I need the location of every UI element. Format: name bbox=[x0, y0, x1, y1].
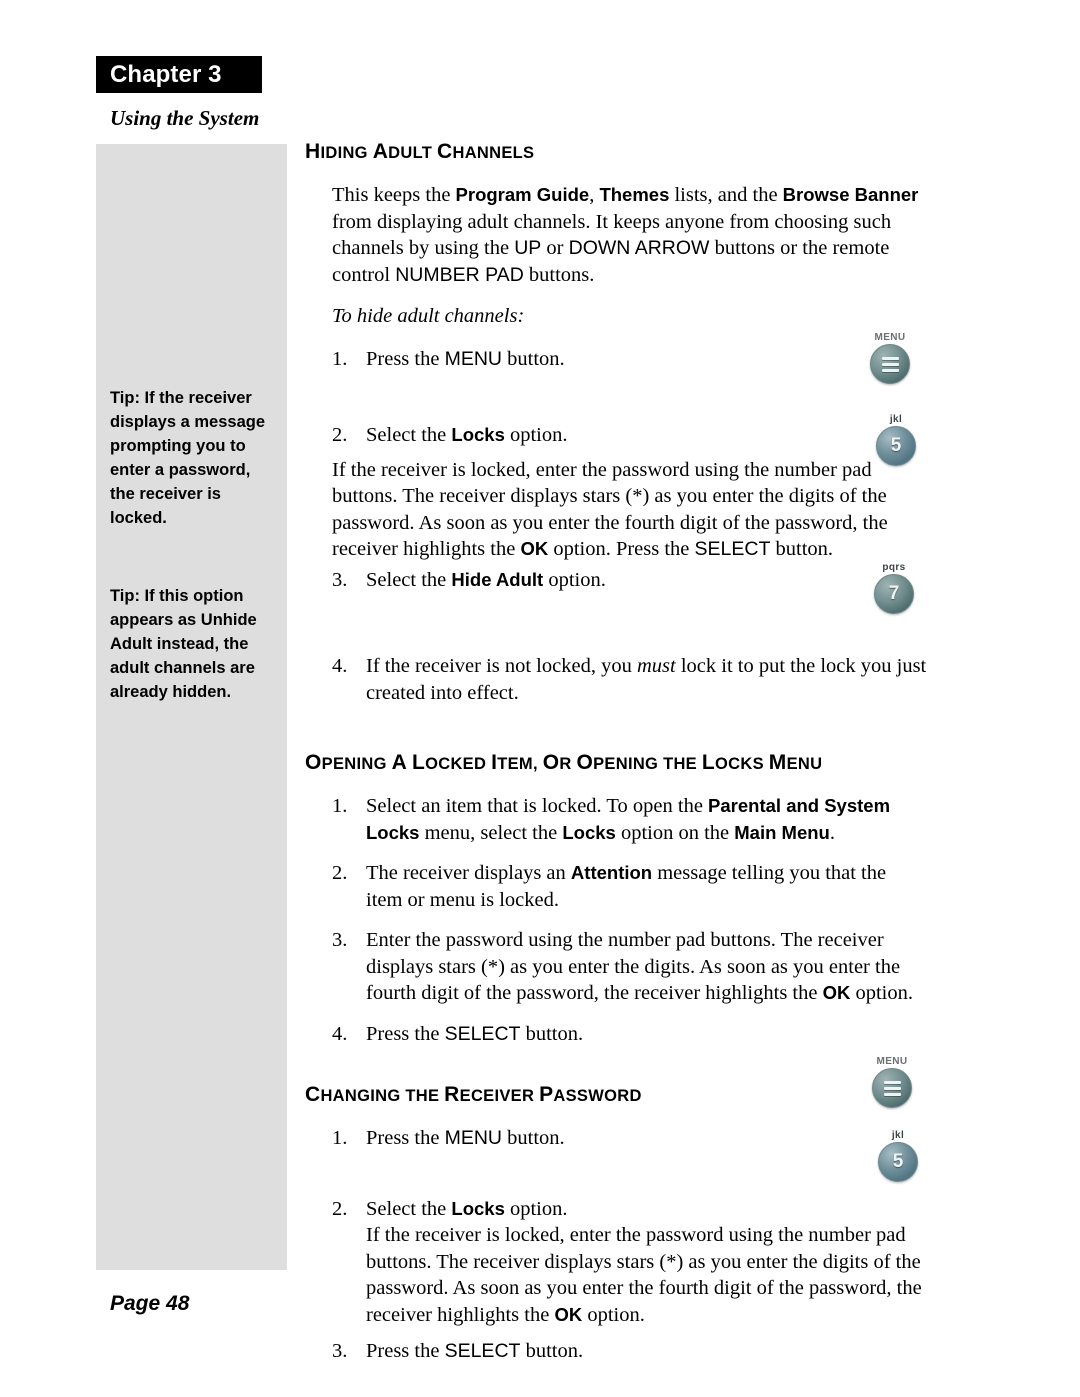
term-ok: OK bbox=[822, 982, 851, 1003]
remote-button-5-icon-2: jkl 5 bbox=[870, 1130, 926, 1182]
menu-icon bbox=[872, 1068, 912, 1108]
step-text: If the receiver is not locked, you must … bbox=[366, 655, 927, 704]
digit-glyph: 7 bbox=[888, 583, 900, 604]
number-5-icon: 5 bbox=[878, 1142, 918, 1182]
step-1-1: 1. Press the MENU button. bbox=[332, 346, 927, 373]
step-number: 4. bbox=[332, 655, 348, 677]
term-locks: Locks bbox=[451, 1197, 505, 1219]
keycap-label: pqrs bbox=[882, 562, 906, 573]
step-text: Select the Locks option. If the receiver … bbox=[366, 1197, 922, 1326]
keycap-label: MENU bbox=[876, 1056, 908, 1067]
remote-button-menu-icon-2: MENU bbox=[864, 1056, 920, 1108]
step-text: Press the SELECT button. bbox=[366, 1340, 584, 1362]
remote-button-menu-icon-1: MENU bbox=[862, 332, 918, 384]
main-content: HIDING ADULT CHANNELS This keeps the Pro… bbox=[305, 140, 927, 1365]
emphasis-must: must bbox=[636, 655, 676, 677]
chapter-banner: Chapter 3 bbox=[96, 56, 262, 93]
keycap-label: jkl bbox=[889, 414, 903, 425]
step-text: Press the MENU button. bbox=[366, 347, 565, 370]
term-themes: Themes bbox=[599, 184, 670, 205]
step-text: Enter the password using the number pad … bbox=[366, 929, 913, 1004]
term-locks: Locks bbox=[562, 821, 616, 843]
step-number: 3. bbox=[332, 1340, 348, 1362]
key-menu: MENU bbox=[444, 1127, 502, 1149]
step-2-3: 3. Enter the password using the number p… bbox=[332, 927, 927, 1007]
step-number: 2. bbox=[332, 862, 348, 884]
key-number-pad: NUMBER PAD bbox=[395, 263, 524, 286]
paragraph-locked-password-note: If the receiver is locked, enter the pas… bbox=[332, 458, 888, 561]
sidebar-tip-1: Tip: If the receiver displays a message … bbox=[110, 389, 266, 527]
term-main-menu: Main Menu bbox=[734, 821, 830, 843]
step-text: Select the Hide Adult option. bbox=[366, 568, 606, 591]
menu-icon bbox=[870, 344, 910, 384]
step-text: Select an item that is locked. To open t… bbox=[366, 795, 891, 844]
step-number: 1. bbox=[332, 795, 348, 817]
step-3-2: 2. Select the Locks option. If the receiv… bbox=[332, 1196, 927, 1329]
step-1-3: 3. Select the Hide Adult option. bbox=[332, 567, 927, 594]
step-number: 1. bbox=[332, 1127, 348, 1149]
heading-hiding-adult-channels: HIDING ADULT CHANNELS bbox=[305, 140, 535, 163]
number-7-icon: 7 bbox=[874, 574, 914, 614]
step-text: Press the MENU button. bbox=[366, 1127, 565, 1149]
chapter-label: Chapter 3 bbox=[110, 60, 222, 88]
step-text: The receiver displays an Attention messa… bbox=[366, 862, 887, 911]
step-2-4: 4. Press the SELECT button. bbox=[332, 1021, 927, 1048]
term-attention: Attention bbox=[570, 862, 653, 883]
step-1-2: 2. Select the Locks option. bbox=[332, 422, 927, 449]
term-locks: Locks bbox=[451, 424, 505, 445]
step-3-1: 1. Press the MENU button. bbox=[332, 1125, 927, 1152]
paragraph-intro: This keeps the Program Guide, Themes lis… bbox=[332, 184, 919, 286]
step-text: Press the SELECT button. bbox=[366, 1022, 584, 1045]
keycap-label: jkl bbox=[891, 1130, 905, 1141]
sidebar-tip-panel: Tip: If the receiver displays a message … bbox=[96, 144, 287, 1270]
step-number: 3. bbox=[332, 929, 348, 951]
term-browse-banner: Browse Banner bbox=[782, 184, 919, 205]
step-1-4: 4. If the receiver is not locked, you mu… bbox=[332, 653, 927, 706]
heading-opening-a-locked-item: OPENING A LOCKED ITEM, OR OPENING THE LO… bbox=[305, 751, 823, 774]
menu-bars-glyph bbox=[883, 1080, 901, 1096]
term-ok: OK bbox=[520, 538, 549, 559]
digit-glyph: 5 bbox=[890, 435, 902, 456]
key-select: SELECT bbox=[694, 538, 771, 560]
menu-bars-glyph bbox=[881, 356, 899, 372]
step-number: 3. bbox=[332, 568, 348, 591]
keycap-label: MENU bbox=[874, 332, 906, 343]
page-number: Page 48 bbox=[110, 1292, 190, 1315]
key-select: SELECT bbox=[444, 1022, 521, 1045]
number-5-icon: 5 bbox=[876, 426, 916, 466]
term-hide-adult: Hide Adult bbox=[451, 568, 544, 590]
step-2-2: 2. The receiver displays an Attention me… bbox=[332, 860, 927, 913]
section-subtitle: Using the System bbox=[110, 106, 260, 130]
remote-button-5-icon-1: jkl 5 bbox=[868, 414, 924, 466]
step-2-1: 1. Select an item that is locked. To ope… bbox=[332, 793, 927, 846]
remote-button-7-icon: pqrs 7 bbox=[866, 562, 922, 614]
term-ok: OK bbox=[554, 1303, 583, 1325]
term-program-guide: Program Guide bbox=[455, 184, 590, 205]
step-number: 1. bbox=[332, 347, 348, 370]
step-number: 4. bbox=[332, 1022, 348, 1045]
key-up: UP bbox=[514, 237, 542, 259]
sidebar-tip-2: Tip: If this option appears as Unhide Ad… bbox=[110, 587, 257, 701]
digit-glyph: 5 bbox=[892, 1151, 904, 1172]
heading-changing-the-receiver-password: CHANGING THE RECEIVER PASSWORD bbox=[305, 1083, 642, 1106]
step-3-3: 3. Press the SELECT button. bbox=[332, 1338, 927, 1365]
lead-in-to-hide-adult-channels: To hide adult channels: bbox=[332, 305, 525, 327]
step-number: 2. bbox=[332, 424, 348, 446]
step-text: Select the Locks option. bbox=[366, 424, 568, 446]
step-number: 2. bbox=[332, 1197, 348, 1220]
key-select: SELECT bbox=[444, 1340, 521, 1362]
key-down-arrow: DOWN ARROW bbox=[568, 237, 710, 259]
key-menu: MENU bbox=[444, 347, 502, 370]
